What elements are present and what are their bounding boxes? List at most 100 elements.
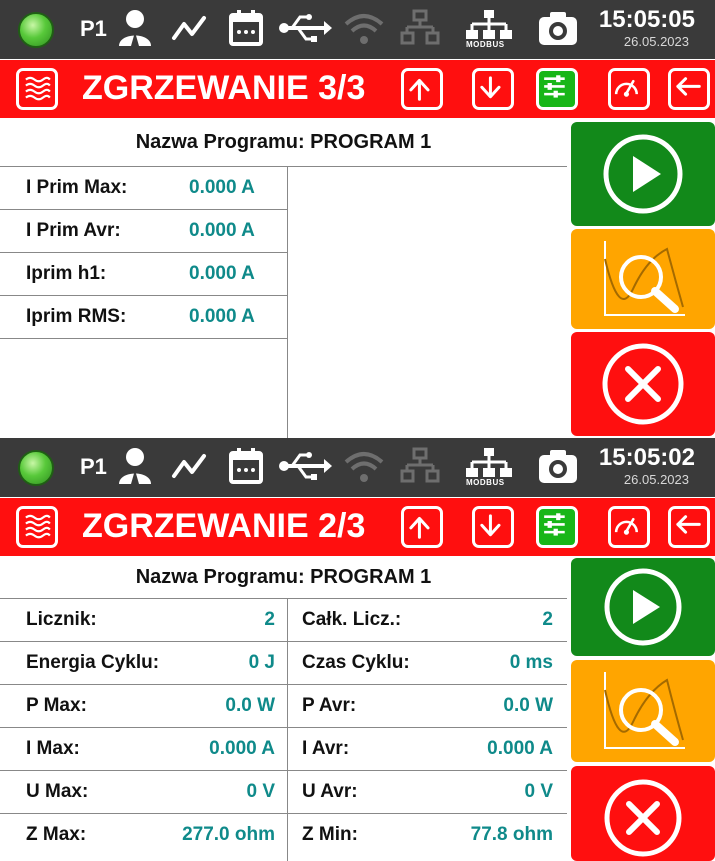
readout-value: 0.000 A [189, 306, 255, 327]
readout-list: I Prim Max: 0.000 A I Prim Avr: 0.000 A … [0, 167, 288, 339]
usb-icon[interactable] [278, 8, 334, 48]
back-arrow-icon[interactable] [668, 506, 710, 548]
readout-value: 0 ms [509, 652, 553, 673]
program-name: Nazwa Programu: PROGRAM 1 [0, 556, 567, 599]
readout-grid: Licznik: 2 Całk. Licz.: 2 Energia Cyklu:… [0, 599, 567, 857]
title-bar: ZGRZEWANIE 2/3 [0, 498, 715, 556]
camera-icon[interactable] [536, 8, 580, 48]
gauge-icon[interactable] [608, 68, 650, 110]
readout-panel: Nazwa Programu: PROGRAM 1 I Prim Max: 0.… [0, 118, 567, 438]
clock-time: 15:05:02 [598, 444, 695, 471]
readout-value: 0.000 A [209, 738, 275, 759]
readout-label: U Avr: [302, 781, 358, 802]
readout-row: P Max: 0.0 W P Avr: 0.0 W [0, 685, 567, 728]
camera-icon[interactable] [536, 446, 580, 486]
readout-row: Iprim RMS: 0.000 A [0, 296, 288, 339]
user-icon[interactable] [116, 446, 154, 486]
cancel-button[interactable] [571, 766, 715, 861]
readout-label: I Avr: [302, 738, 350, 759]
readout-row: Licznik: 2 Całk. Licz.: 2 [0, 599, 567, 642]
status-bar: P1 MODBUS [0, 438, 715, 497]
clock-date: 26.05.2023 [623, 472, 689, 487]
arrow-up-icon[interactable] [401, 68, 443, 110]
readout-value: 0.0 W [503, 695, 553, 716]
screen-title: ZGRZEWANIE 3/3 [82, 69, 366, 107]
profile-label: P1 [80, 16, 107, 41]
chart-zoom-icon [604, 672, 685, 749]
status-led-icon [18, 450, 54, 486]
readout-row: I Prim Avr: 0.000 A [0, 210, 288, 253]
readout-label: I Prim Max: [26, 177, 128, 198]
play-icon [603, 134, 683, 214]
clock-time: 15:05:05 [598, 6, 695, 33]
back-arrow-icon[interactable] [668, 68, 710, 110]
readout-value: 2 [264, 609, 275, 630]
usb-icon[interactable] [278, 446, 334, 486]
status-led-icon [18, 12, 54, 48]
cancel-icon [602, 343, 684, 425]
readout-value: 0 J [248, 652, 275, 673]
calendar-icon[interactable] [228, 8, 264, 48]
heating-icon[interactable] [16, 506, 58, 548]
wifi-icon[interactable] [342, 8, 386, 48]
readout-value: 0.000 A [189, 177, 255, 198]
readout-value: 0 V [246, 781, 275, 802]
readout-label: Iprim h1: [26, 263, 107, 284]
readout-label: P Avr: [302, 695, 357, 716]
screen-zgrzewanie-3: P1 MODBUS 15:05:05 26.05.2023 ZGRZEWANIE… [0, 0, 715, 438]
trend-icon[interactable] [170, 446, 210, 486]
settings-sliders-icon[interactable] [536, 506, 578, 548]
readout-label: Z Max: [26, 824, 87, 845]
readout-row: Iprim h1: 0.000 A [0, 253, 288, 296]
readout-value: 0.000 A [189, 263, 255, 284]
readout-row: Energia Cyklu: 0 J Czas Cyklu: 0 ms [0, 642, 567, 685]
user-icon[interactable] [116, 8, 154, 48]
readout-label: Z Min: [302, 824, 358, 845]
modbus-graphic [466, 448, 512, 477]
readout-value: 0 V [524, 781, 553, 802]
start-button[interactable] [571, 558, 715, 656]
readout-value: 0.000 A [487, 738, 553, 759]
status-bar: P1 MODBUS [0, 0, 715, 59]
screen-zgrzewanie-2: P1 MODBUS 15:05:02 26.05.2023 ZGRZEWANIE… [0, 438, 715, 861]
settings-sliders-icon[interactable] [536, 68, 578, 110]
readout-value: 77.8 ohm [470, 824, 553, 845]
cancel-icon [604, 779, 682, 857]
readout-panel: Nazwa Programu: PROGRAM 1 Licznik: 2 Cał… [0, 556, 567, 861]
calendar-icon[interactable] [228, 446, 264, 486]
trend-icon[interactable] [170, 8, 210, 48]
wifi-icon[interactable] [342, 446, 386, 486]
modbus-icon[interactable]: MODBUS [462, 446, 516, 490]
readout-value: 2 [542, 609, 553, 630]
clock-date: 26.05.2023 [623, 34, 689, 49]
arrow-up-icon[interactable] [401, 506, 443, 548]
network-icon[interactable] [400, 8, 440, 48]
readout-label: I Max: [26, 738, 80, 759]
readout-row: Z Max: 277.0 ohm Z Min: 77.8 ohm [0, 814, 567, 857]
cancel-button[interactable] [571, 332, 715, 436]
modbus-label: MODBUS [466, 478, 505, 487]
heating-icon[interactable] [16, 68, 58, 110]
modbus-icon[interactable]: MODBUS [462, 8, 516, 52]
readout-label: Czas Cyklu: [302, 652, 410, 673]
analysis-button[interactable] [571, 660, 715, 762]
readout-row: U Max: 0 V U Avr: 0 V [0, 771, 567, 814]
readout-row: I Prim Max: 0.000 A [0, 167, 288, 210]
arrow-down-icon[interactable] [472, 68, 514, 110]
readout-label: Całk. Licz.: [302, 609, 402, 630]
profile-label: P1 [80, 454, 107, 479]
modbus-graphic [466, 10, 512, 39]
play-icon [604, 568, 682, 646]
chart-zoom-icon [604, 241, 685, 316]
start-button[interactable] [571, 122, 715, 226]
network-icon[interactable] [400, 446, 440, 486]
program-name: Nazwa Programu: PROGRAM 1 [0, 118, 567, 167]
arrow-down-icon[interactable] [472, 506, 514, 548]
readout-value: 0.000 A [189, 220, 255, 241]
readout-label: U Max: [26, 781, 89, 802]
analysis-button[interactable] [571, 229, 715, 329]
readout-value: 277.0 ohm [182, 824, 275, 845]
gauge-icon[interactable] [608, 506, 650, 548]
readout-label: Licznik: [26, 609, 97, 630]
readout-label: Iprim RMS: [26, 306, 127, 327]
